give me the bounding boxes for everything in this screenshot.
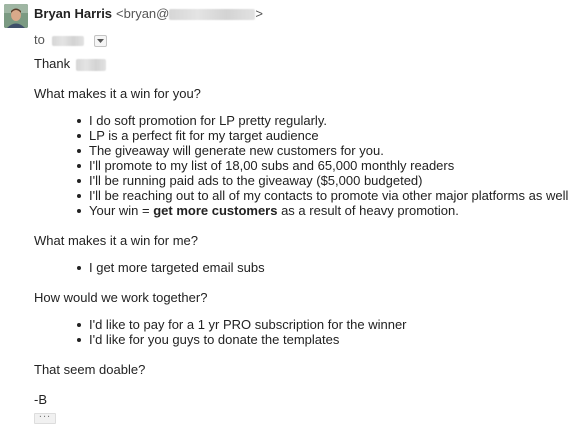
list-item-text: I'll be running paid ads to the giveaway… <box>89 173 423 188</box>
closing-question: That seem doable? <box>34 362 146 377</box>
list-item: I'd like for you guys to donate the temp… <box>74 332 574 347</box>
your-win-prefix: Your win = <box>89 203 154 218</box>
redacted-recipient <box>52 35 85 46</box>
list-item: LP is a perfect fit for my target audien… <box>74 128 574 143</box>
greeting-text: Thank <box>34 56 71 71</box>
chevron-down-icon <box>97 38 105 43</box>
bullet-icon <box>77 149 81 153</box>
list-item-text: LP is a perfect fit for my target audien… <box>89 128 319 143</box>
list-item: I'll be reaching out to all of my contac… <box>74 188 574 203</box>
sender-email: <bryan@ > <box>116 6 263 21</box>
redacted-recipient-name <box>75 58 106 71</box>
show-details-button[interactable] <box>94 34 108 47</box>
sender-name[interactable]: Bryan Harris <box>34 6 112 21</box>
list-item: I get more targeted email subs <box>74 260 574 275</box>
sender-avatar[interactable] <box>4 4 28 28</box>
bullet-icon <box>77 164 81 168</box>
list-item-text: I get more targeted email subs <box>89 260 265 275</box>
sender-email-suffix: > <box>255 6 263 21</box>
sender-email-prefix: <bryan@ <box>116 6 170 21</box>
bullet-icon <box>77 323 81 327</box>
list-item: Your win = get more customers as a resul… <box>74 203 574 218</box>
show-trimmed-content-button[interactable]: ... <box>34 408 56 424</box>
list-item-text: The giveaway will generate new customers… <box>89 143 384 158</box>
redacted-email-domain <box>169 9 256 21</box>
bullet-list: I do soft promotion for LP pretty regula… <box>34 113 574 218</box>
your-win-bold: get more customers <box>153 203 278 218</box>
bullet-icon <box>77 338 81 342</box>
message-body: Thank What makes it a win for you? I do … <box>34 56 574 407</box>
bullet-icon <box>77 194 81 198</box>
section-question: How would we work together? <box>34 290 208 305</box>
list-item: I'll promote to my list of 18,00 subs an… <box>74 158 574 173</box>
recipient-line: to <box>34 32 108 48</box>
bullet-icon <box>77 119 81 123</box>
list-item: I do soft promotion for LP pretty regula… <box>74 113 574 128</box>
bullet-list: I get more targeted email subs <box>34 260 574 275</box>
list-item: The giveaway will generate new customers… <box>74 143 574 158</box>
to-label: to <box>34 32 45 47</box>
bullet-icon <box>77 209 81 213</box>
signature: -B <box>34 392 47 407</box>
bullet-list: I'd like to pay for a 1 yr PRO subscript… <box>34 317 574 347</box>
list-item-text: I'd like to pay for a 1 yr PRO subscript… <box>89 317 407 332</box>
greeting: Thank <box>34 56 574 72</box>
list-item-text: I'll promote to my list of 18,00 subs an… <box>89 158 455 173</box>
section-question: What makes it a win for me? <box>34 233 198 248</box>
show-trimmed-content-label: ... <box>38 408 52 420</box>
list-item-text: I do soft promotion for LP pretty regula… <box>89 113 327 128</box>
bullet-icon <box>77 266 81 270</box>
bullet-icon <box>77 134 81 138</box>
message-header: Bryan Harris <bryan@ > to <box>4 4 564 48</box>
sender-line: Bryan Harris <bryan@ > <box>34 6 263 22</box>
list-item: I'll be running paid ads to the giveaway… <box>74 173 574 188</box>
list-item: I'd like to pay for a 1 yr PRO subscript… <box>74 317 574 332</box>
bullet-icon <box>77 179 81 183</box>
section-question: What makes it a win for you? <box>34 86 201 101</box>
your-win-suffix: as a result of heavy promotion. <box>277 203 459 218</box>
list-item-text: I'll be reaching out to all of my contac… <box>89 188 569 203</box>
list-item-text: I'd like for you guys to donate the temp… <box>89 332 340 347</box>
